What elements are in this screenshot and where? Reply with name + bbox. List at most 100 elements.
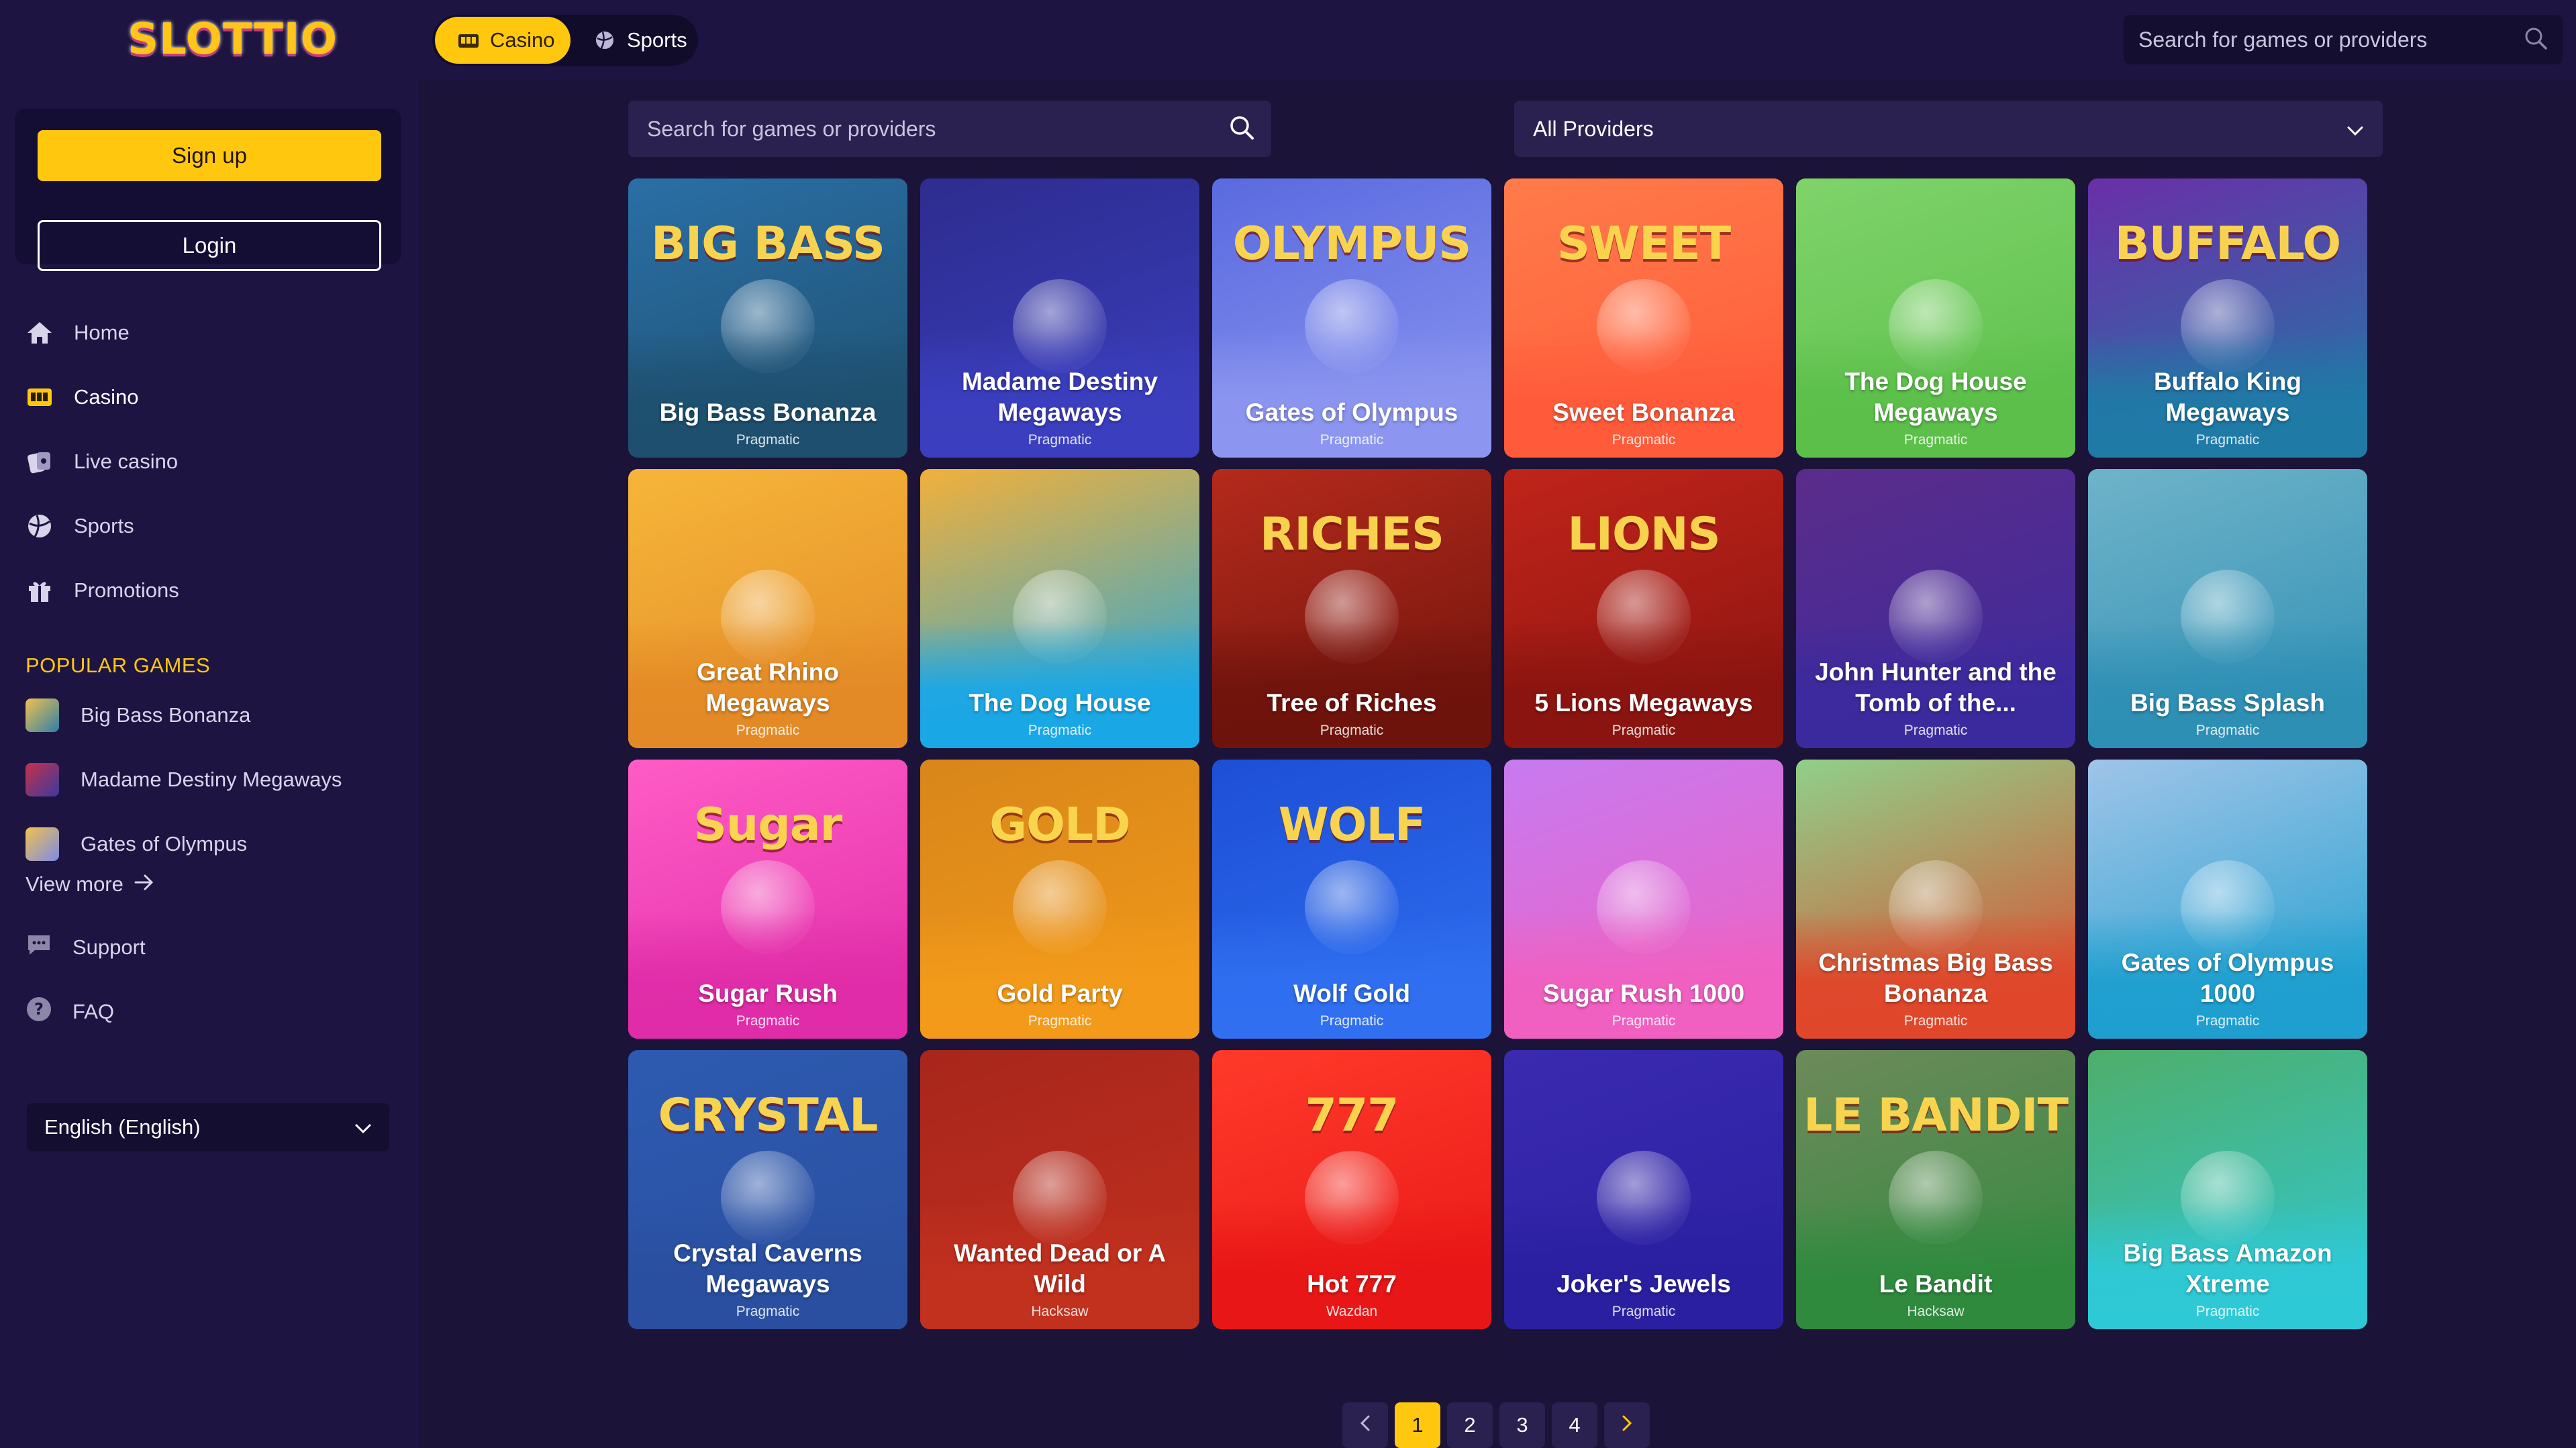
game-card[interactable]: CRYSTAL Crystal Caverns Megaways Pragmatic	[628, 1050, 907, 1329]
top-search-input[interactable]	[2138, 27, 2524, 52]
page-button[interactable]: 2	[1447, 1402, 1493, 1448]
game-card[interactable]: WOLF Wolf Gold Pragmatic	[1212, 760, 1491, 1039]
game-title: Joker's Jewels	[1556, 1270, 1731, 1298]
game-provider: Pragmatic	[2195, 432, 2260, 448]
game-logo-text: OLYMPUS	[1232, 217, 1471, 270]
chevron-right-icon	[1621, 1413, 1633, 1437]
search-icon[interactable]	[2524, 26, 2548, 54]
game-title: The Dog House	[969, 689, 1151, 717]
top-search-bar	[2124, 15, 2563, 64]
game-card[interactable]: Gates of Olympus 1000 Pragmatic	[2088, 760, 2367, 1039]
nav-item-home[interactable]: Home	[0, 301, 419, 365]
game-card[interactable]: Big Bass Amazon Xtreme Pragmatic	[2088, 1050, 2367, 1329]
game-provider: Pragmatic	[1612, 1013, 1676, 1029]
ball-icon	[26, 512, 54, 540]
chevron-down-icon	[354, 1115, 372, 1139]
game-provider: Hacksaw	[1907, 1304, 1965, 1319]
nav-item-label: Promotions	[74, 578, 179, 602]
game-title: Big Bass Splash	[2130, 689, 2325, 717]
pagination: 1 2 3 4	[1342, 1402, 1650, 1448]
game-search-input[interactable]	[647, 116, 1228, 142]
game-provider: Pragmatic	[2195, 723, 2260, 738]
page-button[interactable]: 1	[1395, 1402, 1440, 1448]
game-card[interactable]: Great Rhino Megaways Pragmatic	[628, 469, 907, 748]
game-provider: Hacksaw	[1031, 1304, 1089, 1319]
next-page-button[interactable]	[1604, 1402, 1650, 1448]
game-title: Big Bass Bonanza	[659, 399, 877, 426]
game-title: John Hunter and the Tomb of the...	[1815, 658, 2057, 717]
game-logo-text: RICHES	[1260, 508, 1444, 561]
nav-item-live-casino[interactable]: Live casino	[0, 429, 419, 494]
game-card[interactable]: Big Bass Splash Pragmatic	[2088, 469, 2367, 748]
game-provider: Wazdan	[1326, 1304, 1378, 1319]
game-title: Madame Destiny Megaways	[962, 368, 1158, 426]
home-icon	[26, 319, 54, 347]
main-content: All Providers BIG BASS Big Bass Bonanza Pr…	[419, 79, 2576, 1448]
game-provider: Pragmatic	[2195, 1304, 2260, 1319]
game-card[interactable]: BIG BASS Big Bass Bonanza Pragmatic	[628, 178, 907, 458]
page-button[interactable]: 3	[1499, 1402, 1545, 1448]
game-title: Hot 777	[1307, 1270, 1397, 1298]
chevron-down-icon	[2346, 117, 2364, 142]
game-provider: Pragmatic	[1903, 1013, 1968, 1029]
game-title: Sugar Rush 1000	[1542, 980, 1745, 1007]
game-card[interactable]: Joker's Jewels Pragmatic	[1504, 1050, 1783, 1329]
provider-select[interactable]: All Providers	[1514, 101, 2383, 157]
nav-item-label: Sports	[74, 514, 134, 537]
game-title: 5 Lions Megaways	[1534, 689, 1753, 717]
game-card[interactable]: 777 Hot 777 Wazdan	[1212, 1050, 1491, 1329]
game-title: Great Rhino Megaways	[697, 658, 839, 717]
game-title: Gates of Olympus 1000	[2121, 949, 2334, 1007]
game-card[interactable]: Madame Destiny Megaways Pragmatic	[920, 178, 1199, 458]
game-logo-text: SWEET	[1556, 217, 1731, 270]
game-provider: Pragmatic	[736, 1013, 800, 1029]
tab-casino[interactable]: Casino	[435, 17, 571, 64]
language-select[interactable]: English (English)	[27, 1103, 389, 1151]
game-card[interactable]: OLYMPUS Gates of Olympus Pragmatic	[1212, 178, 1491, 458]
prev-page-button[interactable]	[1342, 1402, 1388, 1448]
popular-game-label: Gates of Olympus	[81, 832, 248, 856]
site-logo[interactable]: SLOTTIO	[128, 12, 338, 67]
game-provider: Pragmatic	[736, 1304, 800, 1319]
popular-game-item[interactable]: Big Bass Bonanza	[26, 683, 401, 747]
game-provider: Pragmatic	[1320, 432, 1384, 448]
game-card[interactable]: GOLD Gold Party Pragmatic	[920, 760, 1199, 1039]
game-title: Christmas Big Bass Bonanza	[1818, 949, 2053, 1007]
nav-item-faq[interactable]: ? FAQ	[26, 980, 401, 1044]
nav-item-casino[interactable]: Casino	[0, 365, 419, 429]
game-card[interactable]: The Dog House Megaways Pragmatic	[1796, 178, 2075, 458]
page-button[interactable]: 4	[1552, 1402, 1597, 1448]
game-logo-text: Sugar	[693, 798, 842, 851]
chevron-left-icon	[1359, 1413, 1371, 1437]
game-card[interactable]: LIONS 5 Lions Megaways Pragmatic	[1504, 469, 1783, 748]
search-icon[interactable]	[1228, 114, 1255, 144]
game-card[interactable]: Christmas Big Bass Bonanza Pragmatic	[1796, 760, 2075, 1039]
game-search-field	[628, 101, 1271, 157]
login-button[interactable]: Login	[38, 220, 381, 271]
view-more-link[interactable]: View more	[26, 872, 154, 896]
game-card[interactable]: Sugar Rush 1000 Pragmatic	[1504, 760, 1783, 1039]
game-card[interactable]: Sugar Sugar Rush Pragmatic	[628, 760, 907, 1039]
popular-game-item[interactable]: Madame Destiny Megaways	[26, 747, 401, 812]
game-card[interactable]: SWEET Sweet Bonanza Pragmatic	[1504, 178, 1783, 458]
tab-sports[interactable]: Sports	[571, 17, 710, 64]
game-title: Wolf Gold	[1293, 980, 1410, 1007]
game-logo-text: LIONS	[1567, 508, 1720, 561]
nav-item-sports[interactable]: Sports	[0, 494, 419, 558]
nav-item-support[interactable]: Support	[26, 915, 401, 980]
game-title: Sweet Bonanza	[1552, 399, 1735, 426]
game-card[interactable]: John Hunter and the Tomb of the... Pragma…	[1796, 469, 2075, 748]
nav-item-promotions[interactable]: Promotions	[0, 558, 419, 623]
game-card[interactable]: RICHES Tree of Riches Pragmatic	[1212, 469, 1491, 748]
game-card[interactable]: BUFFALO Buffalo King Megaways Pragmatic	[2088, 178, 2367, 458]
game-card[interactable]: LE BANDIT Le Bandit Hacksaw	[1796, 1050, 2075, 1329]
slot-machine-icon	[458, 30, 479, 50]
game-card[interactable]: The Dog House Pragmatic	[920, 469, 1199, 748]
signup-button[interactable]: Sign up	[38, 130, 381, 181]
popular-game-item[interactable]: Gates of Olympus	[26, 812, 401, 876]
game-logo-text: BUFFALO	[2114, 217, 2342, 270]
game-thumbnail	[26, 763, 59, 796]
game-provider: Pragmatic	[1612, 1304, 1676, 1319]
game-card[interactable]: Wanted Dead or A Wild Hacksaw	[920, 1050, 1199, 1329]
game-provider: Pragmatic	[1612, 723, 1676, 738]
